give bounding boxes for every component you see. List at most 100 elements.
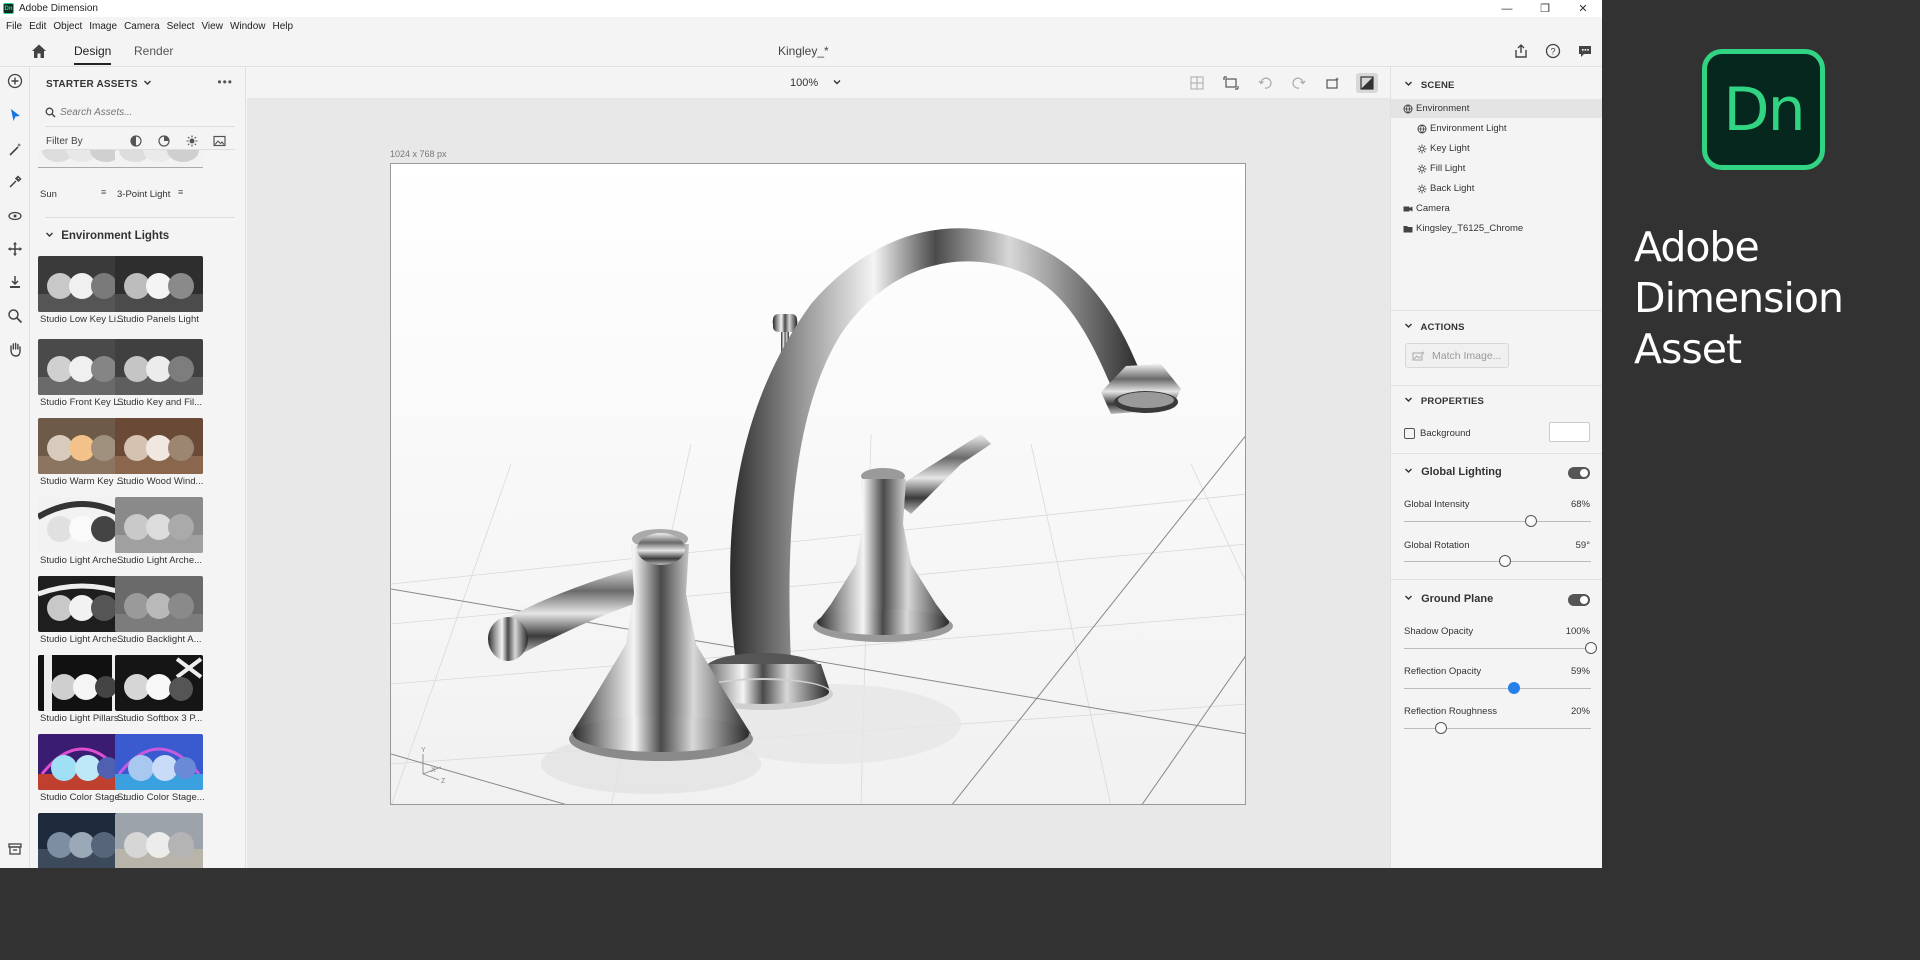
scene-item-fill-light[interactable]: Fill Light — [1391, 159, 1602, 178]
global-rotation-slider[interactable] — [1404, 555, 1591, 567]
scene-item-label: Kingsley_T6125_Chrome — [1416, 223, 1524, 234]
thumb-studio-light-arches-1[interactable] — [38, 497, 126, 553]
chevron-down-icon — [1405, 397, 1412, 402]
thumb-sun[interactable] — [38, 150, 126, 168]
thumb-studio-key-fill[interactable] — [115, 339, 203, 395]
close-icon[interactable]: ✕ — [1564, 0, 1602, 17]
thumb-studio-wood-window[interactable] — [115, 418, 203, 474]
starter-assets-dropdown[interactable]: STARTER ASSETS — [46, 78, 152, 90]
thumb-studio-color-stage-2[interactable] — [115, 734, 203, 790]
scene-item-camera[interactable]: Camera — [1391, 199, 1602, 218]
menu-select[interactable]: Select — [167, 21, 195, 32]
tab-render[interactable]: Render — [134, 44, 173, 58]
menu-object[interactable]: Object — [53, 21, 82, 32]
slider-handle[interactable] — [1435, 722, 1448, 734]
search-input[interactable]: Search Assets... — [60, 107, 132, 118]
reflection-roughness-slider[interactable] — [1404, 722, 1591, 734]
asset-label: Studio Front Key L... — [40, 397, 127, 408]
thumb-3-point-light[interactable] — [115, 150, 203, 168]
restore-icon[interactable]: ❐ — [1526, 0, 1564, 17]
add-icon[interactable] — [6, 72, 24, 90]
redo-camera-icon[interactable] — [1288, 73, 1310, 93]
settings-icon[interactable]: ≡ — [178, 187, 183, 197]
render-preview-icon[interactable] — [1356, 73, 1378, 93]
chevron-down-icon — [1405, 595, 1412, 600]
scene-header[interactable]: SCENE — [1404, 79, 1455, 91]
drop-to-ground-icon[interactable] — [6, 273, 24, 291]
thumb-studio-warm-key[interactable] — [38, 418, 126, 474]
zoom-icon[interactable] — [6, 307, 24, 325]
shadow-opacity-slider[interactable] — [1404, 642, 1597, 654]
thumb-studio-backlight[interactable] — [115, 576, 203, 632]
slider-handle[interactable] — [1585, 642, 1597, 654]
camera-bookmark-icon[interactable] — [1322, 73, 1344, 93]
menu-edit[interactable]: Edit — [29, 21, 46, 32]
thumb-studio-panels[interactable] — [115, 256, 203, 312]
menu-window[interactable]: Window — [230, 21, 266, 32]
magic-wand-icon[interactable] — [6, 140, 24, 158]
select-tool-icon[interactable] — [6, 106, 24, 124]
grid-view-icon[interactable] — [1186, 73, 1208, 93]
thumb-outdoor-2[interactable] — [115, 813, 203, 868]
slider-handle[interactable] — [1498, 555, 1511, 567]
thumb-studio-color-stage-1[interactable] — [38, 734, 126, 790]
ground-plane-toggle[interactable] — [1568, 594, 1590, 606]
menu-camera[interactable]: Camera — [124, 21, 160, 32]
scene-item-environment-light[interactable]: Environment Light — [1391, 119, 1602, 138]
feedback-icon[interactable] — [1576, 42, 1594, 60]
reflection-opacity-slider[interactable] — [1404, 682, 1591, 694]
menu-file[interactable]: File — [6, 21, 22, 32]
archive-icon[interactable] — [6, 840, 24, 858]
asset-label: Studio Panels Light — [117, 314, 199, 325]
filter-models-icon[interactable] — [127, 133, 144, 149]
minimize-icon[interactable]: — — [1488, 0, 1526, 17]
slider-handle[interactable] — [1525, 515, 1538, 527]
render-viewport[interactable]: Y X Z — [390, 163, 1246, 805]
search-assets-field[interactable]: Search Assets... — [45, 102, 235, 122]
search-icon — [45, 107, 56, 118]
scene-item-kingsley-model[interactable]: Kingsley_T6125_Chrome — [1391, 219, 1602, 238]
environment-lights-section[interactable]: Environment Lights — [45, 230, 169, 242]
thumb-outdoor-1[interactable] — [38, 813, 126, 868]
undo-camera-icon[interactable] — [1254, 73, 1276, 93]
menu-help[interactable]: Help — [273, 21, 294, 32]
orbit-icon[interactable] — [6, 207, 24, 225]
help-icon[interactable]: ? — [1544, 42, 1562, 60]
zoom-level[interactable]: 100% — [790, 77, 818, 89]
background-checkbox[interactable] — [1404, 428, 1415, 439]
global-intensity-slider[interactable] — [1404, 515, 1591, 527]
menu-image[interactable]: Image — [89, 21, 117, 32]
filter-images-icon[interactable] — [211, 133, 228, 149]
scene-item-back-light[interactable]: Back Light — [1391, 179, 1602, 198]
tab-design[interactable]: Design — [74, 44, 112, 65]
scene-item-key-light[interactable]: Key Light — [1391, 139, 1602, 158]
thumb-studio-light-pillars[interactable] — [38, 655, 126, 711]
frame-camera-icon[interactable] — [1220, 73, 1242, 93]
global-lighting-header[interactable]: Global Lighting — [1404, 466, 1502, 478]
match-image-button[interactable]: Match Image... — [1405, 343, 1509, 368]
hand-icon[interactable] — [6, 340, 24, 358]
global-lighting-toggle[interactable] — [1568, 467, 1590, 479]
slider-handle[interactable] — [1508, 682, 1521, 694]
more-options-icon[interactable]: ••• — [217, 75, 233, 89]
scene-item-environment[interactable]: Environment — [1391, 99, 1602, 118]
filter-materials-icon[interactable] — [155, 133, 172, 149]
thumb-studio-light-arches-3[interactable] — [38, 576, 126, 632]
thumb-studio-light-arches-2[interactable] — [115, 497, 203, 553]
ground-plane-header[interactable]: Ground Plane — [1404, 593, 1493, 605]
thumb-studio-front-key[interactable] — [38, 339, 126, 395]
thumb-studio-softbox[interactable] — [115, 655, 203, 711]
thumb-studio-low-key[interactable] — [38, 256, 126, 312]
properties-header[interactable]: PROPERTIES — [1404, 395, 1484, 407]
filter-lights-icon[interactable] — [183, 133, 200, 149]
move-icon[interactable] — [6, 240, 24, 258]
sun-icon — [1417, 144, 1427, 153]
actions-header[interactable]: ACTIONS — [1404, 321, 1465, 333]
settings-icon[interactable]: ≡ — [101, 187, 106, 197]
background-color-swatch[interactable] — [1549, 422, 1590, 442]
menu-view[interactable]: View — [201, 21, 223, 32]
eyedropper-icon[interactable] — [6, 173, 24, 191]
chevron-down-icon[interactable] — [832, 77, 842, 87]
home-icon[interactable] — [30, 42, 48, 60]
share-icon[interactable] — [1512, 42, 1530, 60]
